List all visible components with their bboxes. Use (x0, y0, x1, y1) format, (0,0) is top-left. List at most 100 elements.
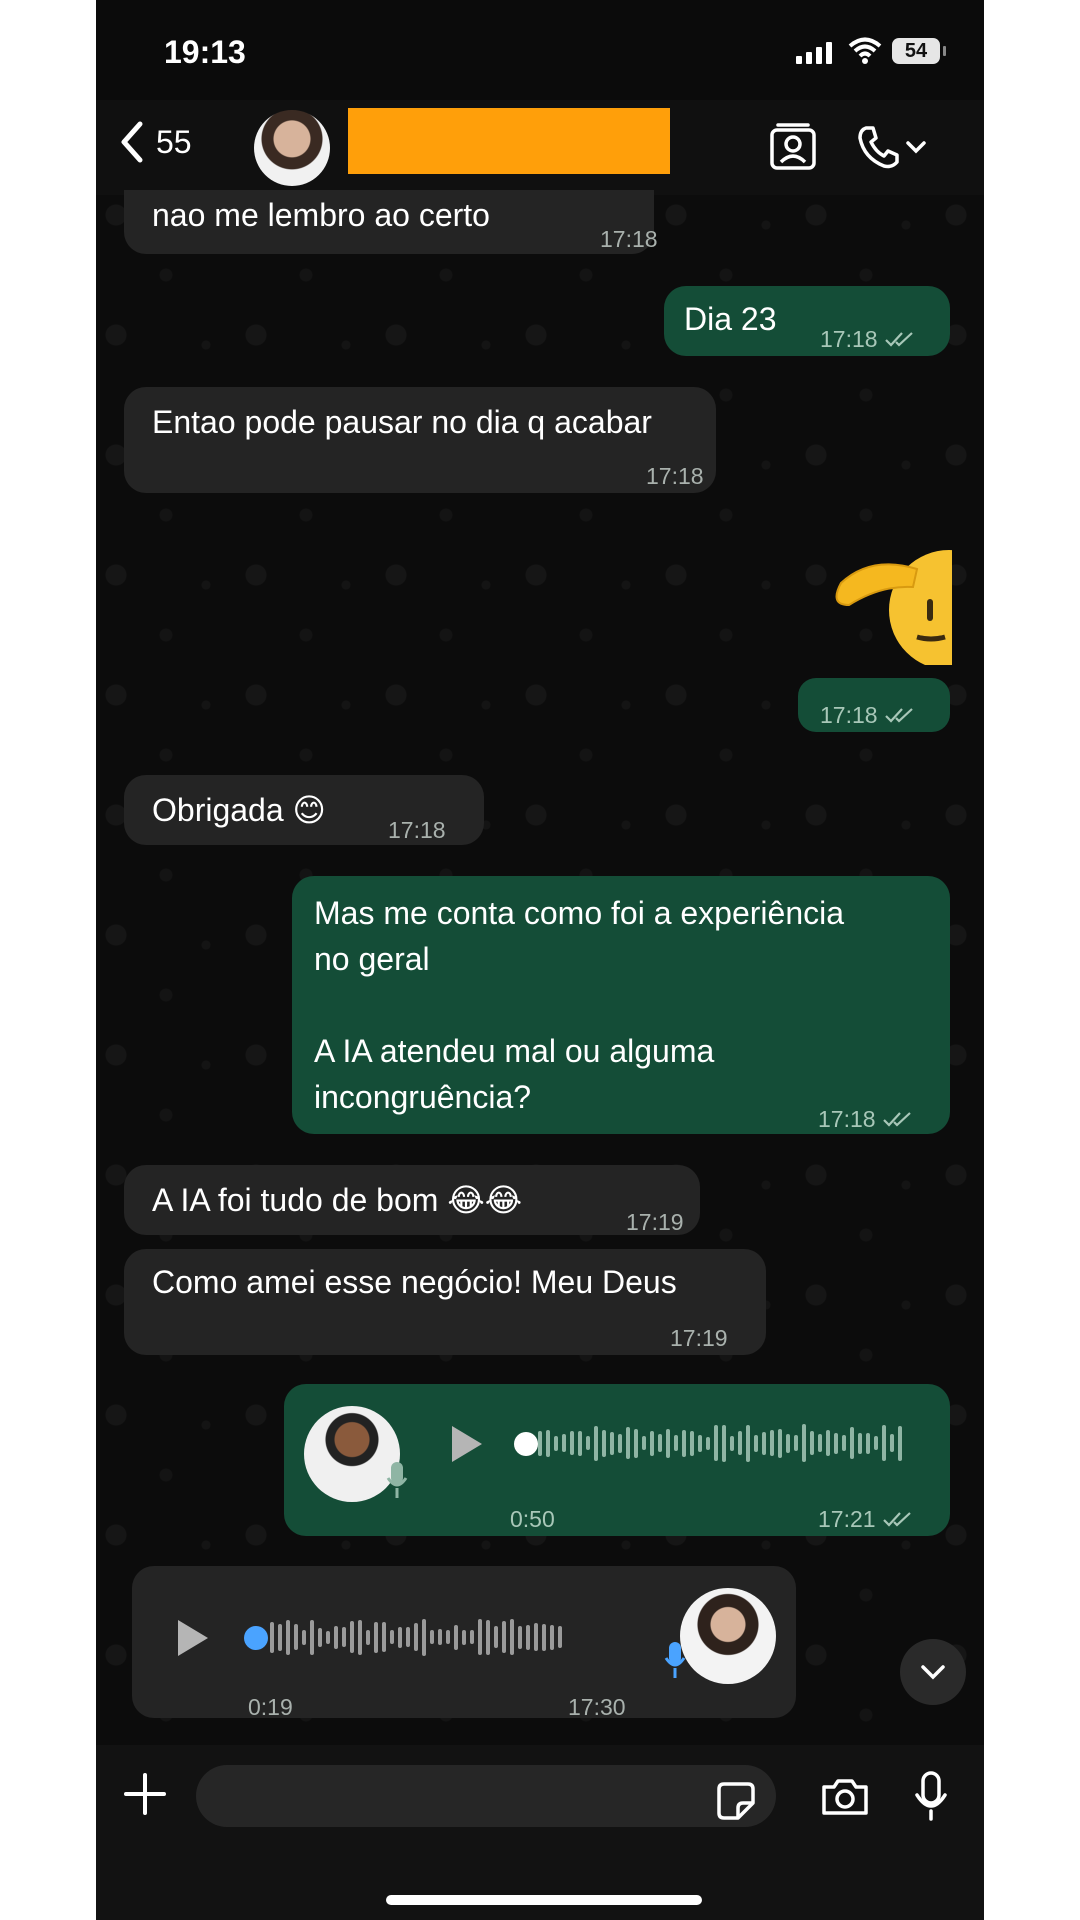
message-text: Mas me conta como foi a experiência no g… (314, 895, 845, 1115)
waveform-bar (382, 1622, 386, 1652)
waveform-bar (618, 1433, 622, 1453)
playback-position[interactable] (244, 1626, 268, 1650)
message-time: 17:30 (568, 1694, 626, 1720)
waveform-bar (674, 1435, 678, 1451)
waveform-bar (738, 1431, 742, 1455)
voice-message-outgoing[interactable]: 0:50 17:21 (284, 1384, 950, 1536)
message-incoming[interactable]: Obrigada 😊 17:18 (124, 775, 484, 845)
waveform-bar (414, 1623, 418, 1651)
voice-message-incoming[interactable]: 0:19 17:30 (132, 1566, 796, 1720)
contact-avatar[interactable] (254, 110, 330, 186)
waveform-bar (570, 1431, 574, 1455)
waveform-bar (446, 1630, 450, 1644)
waveform-bar (462, 1629, 466, 1645)
wifi-icon (848, 37, 882, 64)
status-time: 19:13 (164, 34, 246, 70)
waveform-bar (810, 1431, 814, 1455)
read-receipt-icon (882, 1112, 911, 1127)
plus-icon[interactable] (122, 1771, 168, 1817)
play-button[interactable] (452, 1426, 482, 1462)
waveform-bar (578, 1430, 582, 1456)
waveform-bar (802, 1424, 806, 1462)
waveform-bar (550, 1624, 554, 1650)
waveform-bar (610, 1431, 614, 1455)
microphone-icon[interactable] (914, 1771, 948, 1821)
waveform-bar (634, 1428, 638, 1458)
waveform-bar (286, 1619, 290, 1655)
waveform-bar (430, 1630, 434, 1644)
cellular-signal-icon (796, 40, 832, 64)
saluting-face-sticker[interactable] (821, 545, 952, 665)
playback-position[interactable] (514, 1432, 538, 1456)
contact-card-icon[interactable] (768, 122, 818, 172)
waveform-bar (722, 1424, 726, 1462)
camera-icon[interactable] (820, 1777, 870, 1817)
message-text: A IA foi tudo de bom 😂😂 (152, 1182, 523, 1218)
waveform-bar (366, 1629, 370, 1645)
play-button[interactable] (178, 1620, 208, 1656)
sticker-icon[interactable] (716, 1781, 756, 1821)
message-text: Obrigada 😊 (152, 792, 326, 828)
waveform-bar (558, 1626, 562, 1648)
waveform-bar (302, 1629, 306, 1645)
waveform-bar (754, 1434, 758, 1452)
waveform-bar (390, 1630, 394, 1644)
waveform-bar (666, 1428, 670, 1458)
waveform-bar (874, 1436, 878, 1450)
waveform-bar (350, 1621, 354, 1653)
scroll-to-bottom-button[interactable] (900, 1639, 966, 1705)
waveform-bar (554, 1435, 558, 1451)
waveform-bar (594, 1425, 598, 1461)
message-outgoing[interactable]: Dia 23 17:18 (664, 286, 950, 356)
chevron-down-icon (921, 1665, 945, 1680)
chevron-left-icon (121, 121, 143, 163)
waveform-bar (642, 1436, 646, 1450)
waveform-bar (422, 1618, 426, 1656)
message-input-bar (96, 1745, 984, 1920)
waveform-bar (890, 1434, 894, 1452)
message-incoming[interactable]: Entao pode pausar no dia q acabar 17:18 (124, 387, 716, 493)
waveform-bar (374, 1621, 378, 1653)
waveform-bar (898, 1425, 902, 1461)
waveform-bar (478, 1619, 482, 1655)
chevron-down-icon (906, 141, 926, 154)
message-incoming[interactable]: Como amei esse negócio! Meu Deus 17:19 (124, 1249, 766, 1355)
waveform-bar (538, 1430, 542, 1456)
waveform-bar (746, 1424, 750, 1462)
waveform-bar (586, 1436, 590, 1450)
read-receipt-icon (884, 708, 913, 723)
waveform-bar (310, 1619, 314, 1655)
waveform-bar (858, 1432, 862, 1454)
voice-waveform[interactable] (538, 1418, 902, 1468)
waveform-bar (826, 1430, 830, 1456)
read-receipt-icon (884, 332, 913, 347)
message-time-row: 17:21 (818, 1496, 914, 1542)
call-button[interactable] (856, 124, 926, 170)
battery-indicator: 54 (892, 38, 946, 64)
waveform-bar (278, 1623, 282, 1651)
waveform-bar (494, 1626, 498, 1648)
voice-waveform[interactable] (270, 1612, 562, 1662)
waveform-bar (526, 1624, 530, 1650)
waveform-bar (690, 1430, 694, 1456)
waveform-bar (406, 1627, 410, 1647)
mic-icon (386, 1462, 408, 1498)
message-time: 17:18 (818, 1106, 876, 1132)
unread-count: 55 (156, 123, 192, 160)
waveform-bar (834, 1432, 838, 1454)
message-input[interactable] (196, 1765, 776, 1827)
waveform-bar (326, 1630, 330, 1644)
waveform-bar (658, 1434, 662, 1452)
contact-name-redacted[interactable] (348, 108, 670, 174)
message-outgoing[interactable]: Mas me conta como foi a experiência no g… (292, 876, 950, 1134)
waveform-bar (762, 1431, 766, 1455)
message-text: Entao pode pausar no dia q acabar (152, 404, 652, 440)
waveform-bar (842, 1435, 846, 1451)
waveform-bar (650, 1430, 654, 1456)
waveform-bar (294, 1624, 298, 1650)
waveform-bar (850, 1427, 854, 1459)
back-button[interactable]: 55 (118, 120, 192, 164)
waveform-bar (778, 1428, 782, 1458)
message-incoming[interactable]: A IA foi tudo de bom 😂😂 17:19 (124, 1165, 700, 1235)
message-incoming[interactable]: nao me lembro ao certo 17:18 (124, 190, 658, 254)
